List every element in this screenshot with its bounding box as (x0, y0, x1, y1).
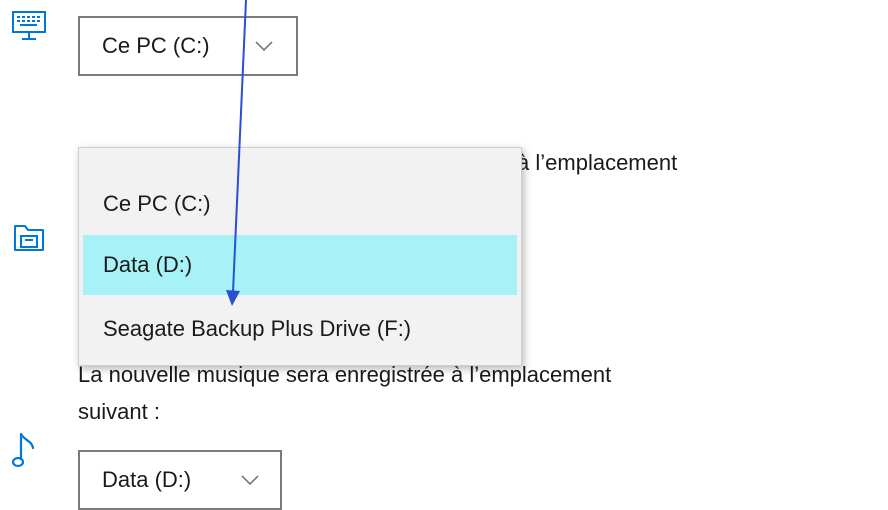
annotation-arrow (226, 0, 247, 306)
